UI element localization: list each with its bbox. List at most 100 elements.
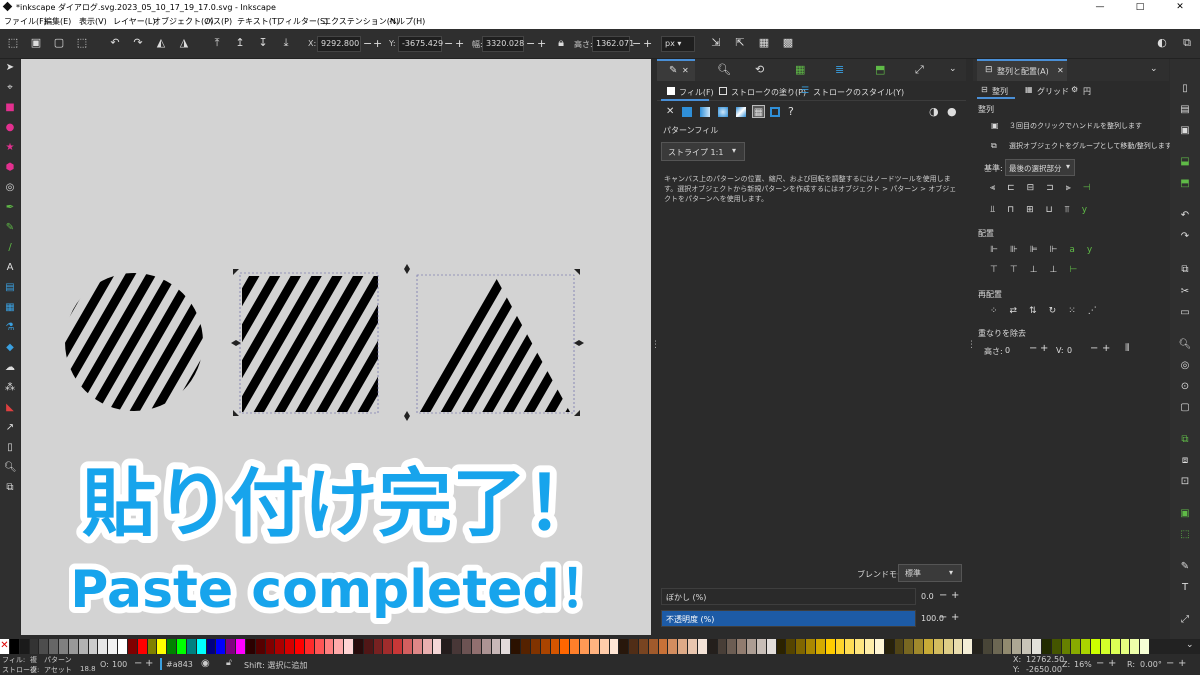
palette-swatch[interactable] <box>982 639 993 654</box>
align-right-icon[interactable]: ⊐ <box>1046 183 1066 193</box>
palette-swatch[interactable] <box>697 639 708 654</box>
palette-swatch[interactable] <box>226 639 237 654</box>
palette-swatch[interactable] <box>747 639 757 654</box>
scale-stroke-icon[interactable]: ⇲ <box>709 36 723 50</box>
palette-swatch[interactable] <box>953 639 964 654</box>
palette-swatch[interactable] <box>658 639 669 654</box>
ellipse-tool-icon[interactable]: ● <box>4 122 16 134</box>
palette-swatch[interactable] <box>49 639 60 654</box>
palette-swatch[interactable] <box>678 639 689 654</box>
duplicate-icon[interactable]: ⧉ <box>1178 433 1192 447</box>
h-gap-field[interactable]: 0 <box>1005 346 1010 355</box>
swatches-icon[interactable]: ▦ <box>795 63 805 76</box>
palette-swatch[interactable] <box>1110 639 1121 654</box>
height-decrement-button[interactable]: − <box>632 37 641 50</box>
palette-swatch[interactable] <box>865 639 875 654</box>
zoom-tool-icon[interactable]: 🔍︎ <box>4 462 17 474</box>
mesh-tool-icon[interactable]: ▦ <box>4 302 16 314</box>
opacity-value[interactable]: 100 <box>112 660 127 669</box>
fill-stroke-dialog-icon[interactable]: ✎ <box>1178 560 1192 574</box>
palette-swatch[interactable] <box>992 639 1003 654</box>
no-paint-swatch[interactable]: ✕ <box>0 639 10 654</box>
randomize-icon[interactable]: ⁙ <box>1068 306 1088 316</box>
eraser-tool-icon[interactable]: ◣ <box>4 402 16 414</box>
undo-icon[interactable]: ↶ <box>1178 209 1192 223</box>
align-right-edges-icon[interactable]: ⫸ <box>1066 183 1083 193</box>
palette-swatch[interactable] <box>324 639 335 654</box>
flip-vertical-icon[interactable]: ◮ <box>177 36 191 50</box>
third-click-option[interactable]: ３回目のクリックでハンドルを整列します <box>1009 121 1142 131</box>
handle-align-icon[interactable]: ▣ <box>991 121 999 130</box>
clone-icon[interactable]: ⧈ <box>1178 454 1192 468</box>
close-button[interactable]: ✕ <box>1160 0 1200 14</box>
palette-swatch[interactable] <box>521 639 531 654</box>
menu-edit[interactable]: 編集(E) <box>44 16 71 27</box>
palette-swatch[interactable] <box>304 639 315 654</box>
zoom-value[interactable]: 16% <box>1074 660 1092 669</box>
unit-select[interactable]: px ▾ <box>661 36 695 52</box>
y-field[interactable]: -3675.429 <box>398 36 443 52</box>
palette-swatch[interactable] <box>1061 639 1072 654</box>
palette-swatch[interactable] <box>1002 639 1013 654</box>
palette-swatch[interactable] <box>933 639 944 654</box>
palette-swatch[interactable] <box>481 639 492 654</box>
distribute-right-icon[interactable]: ⊫ <box>1030 245 1050 255</box>
pattern-icon[interactable]: ▦ <box>752 105 765 118</box>
move-patterns-icon[interactable]: ▩ <box>781 36 795 50</box>
align-text-anchor-icon[interactable]: ⊣ <box>1083 183 1103 193</box>
zoom-in-button[interactable]: + <box>1108 658 1116 669</box>
xml-editor-icon[interactable]: ⤢ <box>1178 613 1192 627</box>
palette-swatch[interactable] <box>432 639 443 654</box>
distribute-center-h-icon[interactable]: ⊪ <box>1010 245 1030 255</box>
scale-corners-icon[interactable]: ⇱ <box>733 36 747 50</box>
palette-swatch[interactable] <box>383 639 394 654</box>
palette-swatch[interactable] <box>1130 639 1141 654</box>
group-move-icon[interactable]: ⧉ <box>991 141 997 151</box>
zoom-width-icon[interactable]: ▢ <box>1178 401 1192 415</box>
save-icon[interactable]: ▣ <box>1178 124 1192 138</box>
radial-gradient-icon[interactable] <box>718 107 728 117</box>
spiral-tool-icon[interactable]: ◎ <box>4 182 16 194</box>
calligraphy-tool-icon[interactable]: / <box>4 242 16 254</box>
palette-swatch[interactable] <box>580 639 590 654</box>
group-move-option[interactable]: 選択オブジェクトをグループとして移動/整列します <box>1009 141 1172 151</box>
close-tab-icon[interactable]: ✕ <box>1057 66 1064 75</box>
height-field[interactable]: 1362.071 <box>592 36 634 52</box>
palette-swatch[interactable] <box>629 639 639 654</box>
chevron-down-icon[interactable]: ⌄ <box>1150 64 1158 74</box>
y-decrement-button[interactable]: − <box>444 37 453 50</box>
commands-toggle-icon[interactable]: ◐ <box>1155 36 1169 50</box>
exchange-z-order-icon[interactable]: ⇅ <box>1029 306 1049 316</box>
palette-swatch[interactable] <box>973 639 983 654</box>
menu-view[interactable]: 表示(V) <box>79 16 107 27</box>
maximize-button[interactable]: □ <box>1120 0 1160 14</box>
paint-bucket-tool-icon[interactable]: ◆ <box>4 342 16 354</box>
palette-swatch[interactable] <box>108 639 119 654</box>
tab-fill-stroke[interactable]: ✎ ✕ <box>657 59 695 81</box>
blur-value[interactable]: 0.0 <box>921 592 934 601</box>
palette-swatch[interactable] <box>216 639 227 654</box>
palette-swatch[interactable] <box>206 639 217 654</box>
rotate-cw-icon[interactable]: ↷ <box>131 36 145 50</box>
palette-swatch[interactable] <box>314 639 325 654</box>
v-gap-increment-button[interactable]: + <box>1102 343 1110 354</box>
unlink-clone-icon[interactable]: ⊡ <box>1178 475 1192 489</box>
menu-help[interactable]: ヘルプ(H) <box>389 16 425 27</box>
h-gap-increment-button[interactable]: + <box>1040 343 1048 354</box>
palette-swatch[interactable] <box>943 639 954 654</box>
align-baseline-icon[interactable]: y <box>1082 205 1099 215</box>
palette-swatch[interactable] <box>393 639 404 654</box>
palette-swatch[interactable] <box>796 639 807 654</box>
new-document-icon[interactable]: ▯ <box>1178 82 1192 96</box>
palette-swatch[interactable] <box>727 639 738 654</box>
h-gap-decrement-button[interactable]: − <box>1029 343 1037 354</box>
palette-swatch[interactable] <box>825 639 836 654</box>
palette-swatch[interactable] <box>511 639 522 654</box>
stroke-width-value[interactable]: 18.8 <box>80 665 96 673</box>
blur-slider[interactable]: ぼかし (%) <box>661 588 916 605</box>
unclump-icon[interactable]: ⋰ <box>1088 306 1109 316</box>
palette-swatch[interactable] <box>530 639 541 654</box>
distribute-buttons-row-2[interactable]: ⊤⊤⊥⊥⊢ <box>990 265 1089 275</box>
tweak-tool-icon[interactable]: ☁ <box>4 362 16 374</box>
palette-swatch[interactable] <box>177 639 187 654</box>
